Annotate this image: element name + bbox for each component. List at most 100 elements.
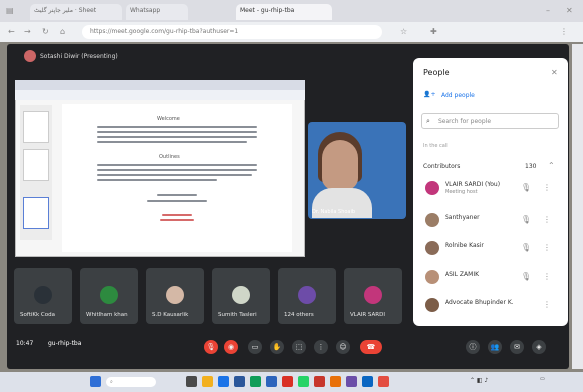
avatar bbox=[232, 286, 250, 304]
page-thumbnail bbox=[23, 111, 49, 143]
avatar bbox=[425, 270, 439, 284]
close-panel-icon[interactable]: ✕ bbox=[551, 68, 558, 78]
participant-name: Advocate Bhupinder K. bbox=[445, 299, 514, 306]
chat-button[interactable]: ✉ bbox=[510, 340, 524, 354]
section-label: In the call bbox=[423, 143, 448, 149]
info-button[interactable]: ⓘ bbox=[466, 340, 480, 354]
avatar bbox=[425, 298, 439, 312]
participant-tile[interactable]: VLAIR SARDI bbox=[344, 268, 402, 324]
doc-line bbox=[97, 179, 217, 181]
participant-name: Whitlham khan bbox=[86, 312, 128, 318]
file-explorer-icon[interactable] bbox=[202, 376, 213, 387]
browser-tab[interactable]: ملیر جاپنر گلیٹ · Sheet bbox=[30, 4, 122, 20]
menu-dots-icon[interactable]: ⋮ bbox=[560, 27, 568, 37]
home-icon[interactable]: ⌂ bbox=[60, 27, 65, 37]
add-people-icon[interactable]: 👤+ bbox=[423, 91, 436, 98]
meeting-time: 10:47 bbox=[16, 340, 34, 347]
doc-line bbox=[97, 136, 257, 138]
participant-tile[interactable]: SoftiKk Coda bbox=[14, 268, 72, 324]
powerpoint-icon[interactable] bbox=[314, 376, 325, 387]
search-icon: ⌕ bbox=[426, 117, 430, 125]
page-thumbnail bbox=[23, 197, 49, 229]
forward-icon[interactable]: → bbox=[24, 27, 31, 37]
participant-name: S.D Kausarlik bbox=[152, 312, 189, 318]
participant-name: Sumith Tasleri bbox=[218, 312, 257, 318]
participant-name: Rolnibe Kasir bbox=[445, 242, 484, 249]
contributors-count: 130 bbox=[525, 163, 537, 170]
page-thumbnails bbox=[20, 105, 52, 240]
participant-tile[interactable]: Whitlham khan bbox=[80, 268, 138, 324]
minimize-icon[interactable]: – bbox=[546, 6, 550, 16]
close-window-icon[interactable]: ✕ bbox=[566, 6, 573, 16]
reload-icon[interactable]: ↻ bbox=[42, 27, 49, 37]
participant-tile[interactable]: S.D Kausarlik bbox=[146, 268, 204, 324]
captions-button[interactable]: ▭ bbox=[248, 340, 262, 354]
presenter-avatar bbox=[24, 50, 36, 62]
panel-title: People bbox=[423, 68, 450, 77]
raise-hand-button[interactable]: ✋ bbox=[270, 340, 284, 354]
more-options-icon[interactable]: ⋮ bbox=[543, 243, 551, 253]
participant-face bbox=[322, 140, 358, 190]
meeting-code: gu-rhip-tba bbox=[48, 340, 82, 347]
more-button[interactable]: ⋮ bbox=[314, 340, 328, 354]
doc-line bbox=[147, 200, 207, 202]
back-icon[interactable]: ← bbox=[8, 27, 15, 37]
start-icon[interactable] bbox=[90, 376, 101, 387]
participant-tile[interactable]: 124 others bbox=[278, 268, 336, 324]
more-options-icon[interactable]: ⋮ bbox=[543, 300, 551, 310]
people-panel: People ✕ 👤+ Add people ⌕ Search for peop… bbox=[413, 58, 568, 326]
system-tray-icon[interactable]: ⌃ ◧ ♪ bbox=[470, 377, 488, 384]
chevron-up-icon[interactable]: ⌃ bbox=[548, 161, 555, 171]
search-input[interactable]: ⌕ Search for people bbox=[421, 113, 559, 129]
more-options-icon[interactable]: ⋮ bbox=[543, 272, 551, 282]
whatsapp-icon[interactable] bbox=[298, 376, 309, 387]
mic-off-icon: 🎙 bbox=[521, 215, 532, 224]
present-button[interactable]: ⬚ bbox=[292, 340, 306, 354]
people-button[interactable]: 👥 bbox=[488, 340, 502, 354]
page-thumbnail bbox=[23, 149, 49, 181]
participant-tile[interactable]: Sumith Tasleri bbox=[212, 268, 270, 324]
doc-red-line bbox=[160, 219, 194, 221]
reactions-button[interactable]: ☺ bbox=[336, 340, 350, 354]
chrome-icon[interactable] bbox=[282, 376, 293, 387]
side-strip bbox=[572, 44, 583, 369]
outlook-icon[interactable] bbox=[266, 376, 277, 387]
teams-icon[interactable] bbox=[346, 376, 357, 387]
more-options-icon[interactable]: ⋮ bbox=[543, 215, 551, 225]
doc-heading: Welcome bbox=[157, 116, 180, 122]
url-field[interactable]: https://meet.google.com/gu-rhip-tba?auth… bbox=[82, 25, 382, 39]
contributors-label[interactable]: Contributors bbox=[423, 163, 460, 170]
browser-tab[interactable]: Whatsapp bbox=[126, 4, 188, 20]
avatar bbox=[425, 181, 439, 195]
window-menu-icon[interactable]: ▤ bbox=[6, 6, 14, 16]
add-people-button[interactable]: Add people bbox=[441, 92, 475, 99]
doc-line bbox=[97, 141, 247, 143]
bookmark-icon[interactable]: ☆ bbox=[400, 27, 407, 37]
app-icon[interactable] bbox=[378, 376, 389, 387]
mic-off-icon: 🎙 bbox=[521, 243, 532, 252]
doc-line bbox=[97, 169, 257, 171]
participant-name: Santhyaner bbox=[445, 214, 480, 221]
mic-button[interactable]: 🎙 bbox=[204, 340, 218, 354]
doc-red-line bbox=[162, 214, 192, 216]
search-icon[interactable]: ⌕ bbox=[106, 377, 156, 387]
participant-name: SoftiKk Coda bbox=[20, 312, 55, 318]
browser-tab-active[interactable]: Meet - gu-rhip-tba bbox=[236, 4, 332, 20]
participant-name: 124 others bbox=[284, 312, 314, 318]
excel-icon[interactable] bbox=[250, 376, 261, 387]
edge-icon[interactable] bbox=[218, 376, 229, 387]
mic-off-icon: 🎙 bbox=[521, 272, 532, 281]
camera-button[interactable]: ◉ bbox=[224, 340, 238, 354]
extensions-icon[interactable]: ✚ bbox=[430, 27, 437, 37]
hangup-button[interactable]: ☎ bbox=[360, 340, 382, 354]
app-icon[interactable] bbox=[330, 376, 341, 387]
word-icon[interactable] bbox=[234, 376, 245, 387]
activities-button[interactable]: ◈ bbox=[532, 340, 546, 354]
shared-doc-titlebar bbox=[15, 80, 305, 90]
doc-line bbox=[97, 126, 257, 128]
doc-line bbox=[97, 174, 252, 176]
more-options-icon[interactable]: ⋮ bbox=[543, 183, 551, 193]
task-view-icon[interactable] bbox=[186, 376, 197, 387]
app-icon[interactable] bbox=[362, 376, 373, 387]
doc-line bbox=[157, 194, 197, 196]
